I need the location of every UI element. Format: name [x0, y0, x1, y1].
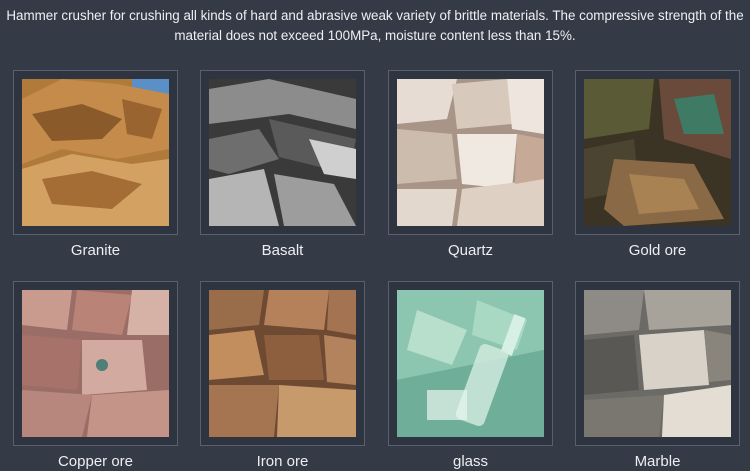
material-label: Basalt	[261, 242, 304, 259]
glass-photo	[397, 290, 544, 437]
quartz-photo	[397, 79, 544, 226]
image-frame	[575, 70, 740, 235]
granite-photo	[22, 79, 169, 226]
image-frame	[13, 281, 178, 446]
image-frame	[388, 281, 553, 446]
image-frame	[13, 70, 178, 235]
materials-grid: Granite Basalt Quartz Gold ore Copper or…	[0, 0, 750, 471]
material-label: Copper ore	[57, 453, 134, 470]
material-label: glass	[452, 453, 489, 470]
material-label: Granite	[70, 242, 121, 259]
copper-ore-photo	[22, 290, 169, 437]
image-frame	[200, 281, 365, 446]
image-frame	[575, 281, 740, 446]
image-frame	[200, 70, 365, 235]
iron-ore-photo	[209, 290, 356, 437]
material-label: Quartz	[447, 242, 493, 259]
image-frame	[388, 70, 553, 235]
material-label: Iron ore	[256, 453, 309, 470]
marble-photo	[584, 290, 731, 437]
basalt-photo	[209, 79, 356, 226]
gold-ore-photo	[584, 79, 731, 226]
material-label: Gold ore	[628, 242, 687, 259]
material-label: Marble	[634, 453, 681, 470]
